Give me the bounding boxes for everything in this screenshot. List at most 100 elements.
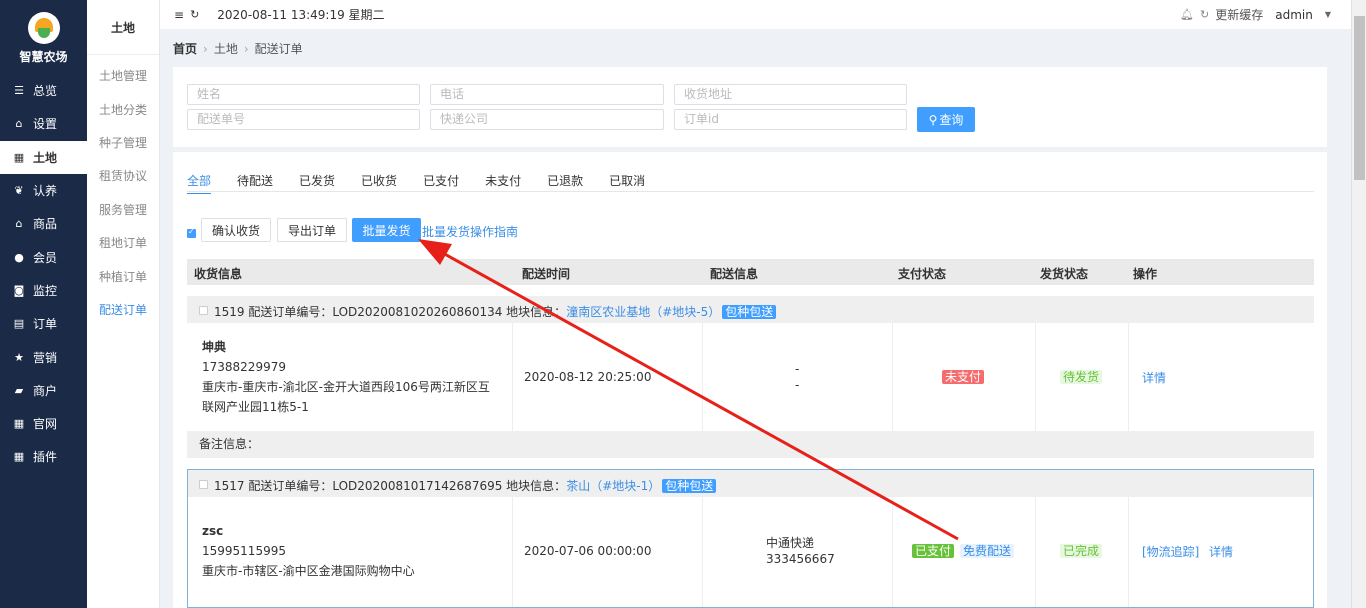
courier-input[interactable]: 快递公司 <box>430 109 664 130</box>
order-body: zsc 15995115995 重庆市-市辖区-渝中区金港国际购物中心 2020… <box>188 497 1313 607</box>
logo-icon <box>27 12 60 44</box>
user-icon: ● <box>14 250 24 264</box>
order-checkbox[interactable] <box>199 480 208 489</box>
query-label: 查询 <box>939 113 964 127</box>
nav-monitor[interactable]: ◙ 监控 <box>0 274 87 307</box>
nav-goods[interactable]: ⌂ 商品 <box>0 207 87 240</box>
query-button[interactable]: ⚲ 查询 <box>917 107 975 132</box>
remark-row: 备注信息： <box>187 431 1314 458</box>
tracking-number: 333456667 <box>766 552 835 566</box>
receipt-info-cell: 坤典 17388229979 重庆市-重庆市-渝北区-金开大道西段106号两江新… <box>187 323 513 431</box>
delivery-time: 2020-07-06 00:00:00 <box>524 544 652 558</box>
order-id-input[interactable]: 订单id <box>674 109 907 130</box>
order-checkbox[interactable] <box>199 306 208 315</box>
bell-icon[interactable]: 🔔︎ <box>1180 8 1194 21</box>
breadcrumb-land[interactable]: 土地 <box>214 42 238 56</box>
plot-location-link[interactable]: 茶山（#地块-1） <box>566 479 660 493</box>
free-delivery-badge: 免费配送 <box>960 544 1015 558</box>
menu-icon[interactable]: ≡ <box>174 8 184 22</box>
nav-overview[interactable]: ☰ 总览 <box>0 74 87 107</box>
subnav-delivery-orders[interactable]: 配送订单 <box>87 293 159 326</box>
delivery-no-input[interactable]: 配送单号 <box>187 109 420 130</box>
nav-label: 监控 <box>33 283 58 298</box>
service-tag: 包种包送 <box>662 479 717 493</box>
app-logo: 智慧农场 <box>0 0 87 74</box>
chevron-right-icon: › <box>243 42 249 56</box>
nav-plugins[interactable]: ▦ 插件 <box>0 440 87 473</box>
store-icon: ▰ <box>14 383 24 397</box>
nav-label: 总览 <box>33 84 58 99</box>
batch-ship-button[interactable]: 批量发货 <box>352 218 421 242</box>
subnav-land-category[interactable]: 土地分类 <box>87 92 159 125</box>
subnav-seed-management[interactable]: 种子管理 <box>87 126 159 159</box>
nav-marketing[interactable]: ★ 营销 <box>0 340 87 373</box>
customer-name: zsc <box>202 524 224 538</box>
caret-down-icon[interactable]: ▼ <box>1325 10 1331 19</box>
actions-cell: 详情 <box>1129 323 1314 431</box>
subnav-planting-orders[interactable]: 种植订单 <box>87 259 159 292</box>
payment-status-cell: 已支付 免费配送 <box>893 497 1036 607</box>
star-icon: ★ <box>14 350 24 364</box>
nav-merchants[interactable]: ▰ 商户 <box>0 374 87 407</box>
nav-land[interactable]: ▦ 土地 <box>0 140 87 174</box>
nav-label: 营销 <box>33 350 58 365</box>
payment-status-cell: 未支付 <box>893 323 1036 431</box>
confirm-receipt-button[interactable]: 确认收货 <box>201 218 271 242</box>
order-header: 1517 配送订单编号：LOD2020081017142687695 地块信息：… <box>188 470 1313 497</box>
app-name: 智慧农场 <box>19 50 68 64</box>
batch-ship-guide-link[interactable]: 批量发货操作指南 <box>422 223 518 240</box>
home-icon: ⌂ <box>15 117 23 131</box>
sub-sidebar: 土地 土地管理 土地分类 种子管理 租赁协议 服务管理 租地订单 种植订单 配送… <box>87 0 160 608</box>
receipt-info-cell: zsc 15995115995 重庆市-市辖区-渝中区金港国际购物中心 <box>188 497 513 607</box>
user-menu[interactable]: admin <box>1275 8 1313 22</box>
courier-name: 中通快递 <box>766 536 815 550</box>
order-body: 坤典 17388229979 重庆市-重庆市-渝北区-金开大道西段106号两江新… <box>187 323 1314 431</box>
subnav-lease-agreement[interactable]: 租赁协议 <box>87 159 159 192</box>
export-orders-button[interactable]: 导出订单 <box>277 218 347 242</box>
subnav-land-management[interactable]: 土地管理 <box>87 59 159 92</box>
col-shipping-status: 发货状态 <box>1040 267 1089 281</box>
grid-icon: ▦ <box>13 417 25 431</box>
name-input[interactable]: 姓名 <box>187 84 420 105</box>
nav-label: 认养 <box>33 184 58 199</box>
detail-link[interactable]: 详情 <box>1209 543 1233 560</box>
breadcrumb-home[interactable]: 首页 <box>173 42 197 56</box>
courier-name: - <box>795 362 800 376</box>
search-icon: ⚲ <box>928 112 938 127</box>
nav-members[interactable]: ● 会员 <box>0 240 87 273</box>
nav-settings[interactable]: ⌂ 设置 <box>0 107 87 140</box>
nav-adopt[interactable]: ❦ 认养 <box>0 174 87 207</box>
col-actions: 操作 <box>1133 267 1158 281</box>
refresh-icon[interactable]: ↻ <box>190 8 199 21</box>
update-cache-link[interactable]: 更新缓存 <box>1215 6 1263 23</box>
nav-orders[interactable]: ▤ 订单 <box>0 307 87 340</box>
subnav-lease-orders[interactable]: 租地订单 <box>87 226 159 259</box>
grid-icon: ▦ <box>13 150 25 164</box>
customer-address: 重庆市-市辖区-渝中区金港国际购物中心 <box>202 564 415 578</box>
nav-label: 设置 <box>33 117 58 132</box>
breadcrumb-current: 配送订单 <box>254 42 303 56</box>
col-receipt-info: 收货信息 <box>194 267 243 281</box>
nav-website[interactable]: ▦ 官网 <box>0 407 87 440</box>
chevron-right-icon: › <box>203 42 208 56</box>
order-header: 1519 配送订单编号：LOD2020081020260860134 地块信息：… <box>187 296 1314 323</box>
page-scrollbar[interactable] <box>1351 0 1366 608</box>
order-card: 1517 配送订单编号：LOD2020081017142687695 地块信息：… <box>187 469 1314 608</box>
clipboard-icon: ▤ <box>13 317 25 331</box>
table-header: 收货信息 配送时间 配送信息 支付状态 发货状态 操作 <box>187 259 1314 285</box>
detail-link[interactable]: 详情 <box>1142 369 1166 386</box>
customer-name: 坤典 <box>202 340 227 354</box>
subnav-service-management[interactable]: 服务管理 <box>87 193 159 226</box>
select-all-checkbox[interactable] <box>187 227 196 238</box>
phone-input[interactable]: 电话 <box>430 84 664 105</box>
order-number: 1519 配送订单编号：LOD2020081020260860134 地块信息： <box>214 305 567 319</box>
plot-location-link[interactable]: 潼南区农业基地（#地块-5） <box>566 305 720 319</box>
subnav-title: 土地 <box>87 0 159 55</box>
logistics-tracking-link[interactable]: [物流追踪] <box>1142 543 1199 560</box>
scrollbar-thumb[interactable] <box>1354 16 1365 180</box>
address-input[interactable]: 收货地址 <box>674 84 907 105</box>
col-delivery-info: 配送信息 <box>710 267 759 281</box>
delivery-time-cell: 2020-07-06 00:00:00 <box>513 497 703 607</box>
tracking-number: - <box>795 378 800 392</box>
customer-phone: 17388229979 <box>202 360 286 374</box>
